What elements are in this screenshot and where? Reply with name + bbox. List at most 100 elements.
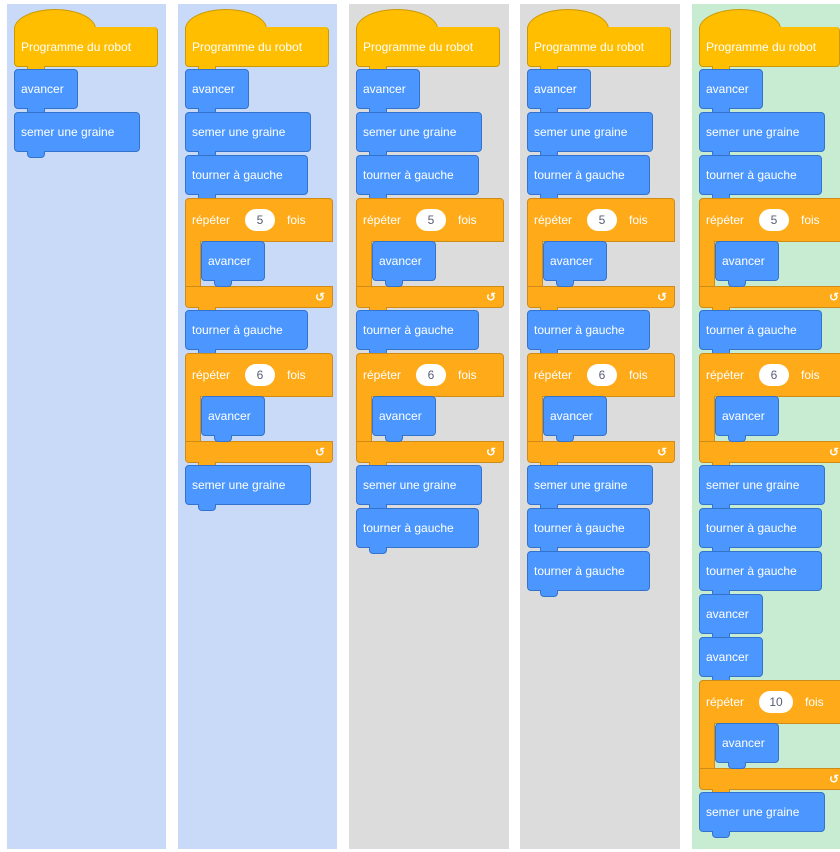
repeat-count-input[interactable]: 5: [416, 209, 446, 231]
block-connector: [556, 435, 574, 442]
repeat-suffix-label: fois: [801, 213, 820, 227]
command-label: avancer: [379, 409, 422, 423]
repeat-footer: [699, 768, 840, 790]
repeat-count-input[interactable]: 10: [759, 691, 793, 713]
repeat-footer: [527, 441, 675, 463]
block-connector: [385, 280, 403, 287]
loop-arrow-icon: ↺: [657, 290, 668, 304]
repeat-arm: [356, 241, 372, 287]
block-connector: [369, 547, 387, 554]
repeat-arm: [699, 723, 715, 769]
repeat-count-input[interactable]: 6: [416, 364, 446, 386]
command-label: avancer: [208, 409, 251, 423]
repeat-footer: [185, 441, 333, 463]
command-label: semer une graine: [706, 125, 800, 139]
command-label: avancer: [379, 254, 422, 268]
block-connector: [198, 504, 216, 511]
repeat-suffix-label: fois: [458, 213, 477, 227]
command-label: tourner à gauche: [706, 323, 797, 337]
repeat-count-input[interactable]: 5: [587, 209, 617, 231]
command-label: avancer: [208, 254, 251, 268]
command-label: semer une graine: [21, 125, 115, 139]
repeat-count-input[interactable]: 5: [759, 209, 789, 231]
block-connector: [540, 590, 558, 597]
command-label: avancer: [21, 82, 64, 96]
command-label: tourner à gauche: [706, 168, 797, 182]
repeat-label: répéter: [534, 213, 573, 227]
loop-arrow-icon: ↺: [829, 290, 840, 304]
command-label: tourner à gauche: [192, 168, 283, 182]
repeat-suffix-label: fois: [458, 368, 477, 382]
command-label: semer une graine: [363, 478, 457, 492]
repeat-footer: [185, 286, 333, 308]
repeat-suffix-label: fois: [629, 213, 648, 227]
repeat-suffix-label: fois: [287, 368, 306, 382]
block-connector: [214, 435, 232, 442]
command-label: avancer: [550, 409, 593, 423]
loop-arrow-icon: ↺: [486, 445, 497, 459]
command-label: tourner à gauche: [534, 168, 625, 182]
repeat-label: répéter: [192, 213, 231, 227]
block-connector: [728, 762, 746, 769]
repeat-footer: [527, 286, 675, 308]
repeat-footer: [356, 286, 504, 308]
repeat-suffix-label: fois: [287, 213, 306, 227]
command-label: tourner à gauche: [363, 323, 454, 337]
command-label: avancer: [706, 607, 749, 621]
command-label: semer une graine: [192, 478, 286, 492]
repeat-label: répéter: [706, 695, 745, 709]
block-connector: [556, 280, 574, 287]
block-connector: [214, 280, 232, 287]
repeat-arm: [185, 396, 201, 442]
command-label: avancer: [363, 82, 406, 96]
repeat-count-input[interactable]: 6: [759, 364, 789, 386]
repeat-suffix-label: fois: [805, 695, 824, 709]
command-label: avancer: [722, 254, 765, 268]
loop-arrow-icon: ↺: [315, 445, 326, 459]
repeat-label: répéter: [706, 213, 745, 227]
repeat-count-input[interactable]: 6: [245, 364, 275, 386]
command-label: semer une graine: [534, 125, 628, 139]
loop-arrow-icon: ↺: [486, 290, 497, 304]
command-label: avancer: [722, 736, 765, 750]
command-label: tourner à gauche: [192, 323, 283, 337]
repeat-suffix-label: fois: [801, 368, 820, 382]
repeat-count-input[interactable]: 6: [587, 364, 617, 386]
hat-label: Programme du robot: [363, 40, 474, 54]
command-label: avancer: [550, 254, 593, 268]
repeat-count-input[interactable]: 5: [245, 209, 275, 231]
command-label: semer une graine: [706, 805, 800, 819]
repeat-arm: [527, 396, 543, 442]
repeat-footer: [699, 286, 840, 308]
command-label: tourner à gauche: [534, 323, 625, 337]
command-label: semer une graine: [363, 125, 457, 139]
command-label: semer une graine: [706, 478, 800, 492]
block-connector: [712, 831, 730, 838]
loop-arrow-icon: ↺: [315, 290, 326, 304]
loop-arrow-icon: ↺: [829, 772, 840, 786]
hat-label: Programme du robot: [706, 40, 817, 54]
command-label: avancer: [192, 82, 235, 96]
repeat-arm: [527, 241, 543, 287]
repeat-label: répéter: [192, 368, 231, 382]
hat-label: Programme du robot: [534, 40, 645, 54]
command-label: tourner à gauche: [363, 168, 454, 182]
command-label: avancer: [706, 650, 749, 664]
repeat-arm: [356, 396, 372, 442]
block-connector: [728, 435, 746, 442]
hat-label: Programme du robot: [21, 40, 132, 54]
command-label: semer une graine: [192, 125, 286, 139]
block-connector: [27, 151, 45, 158]
command-label: avancer: [534, 82, 577, 96]
hat-label: Programme du robot: [192, 40, 303, 54]
block-connector: [385, 435, 403, 442]
repeat-arm: [699, 241, 715, 287]
repeat-suffix-label: fois: [629, 368, 648, 382]
block-connector: [728, 280, 746, 287]
repeat-label: répéter: [363, 368, 402, 382]
repeat-arm: [185, 241, 201, 287]
loop-arrow-icon: ↺: [829, 445, 840, 459]
repeat-arm: [699, 396, 715, 442]
command-label: avancer: [706, 82, 749, 96]
command-label: avancer: [722, 409, 765, 423]
